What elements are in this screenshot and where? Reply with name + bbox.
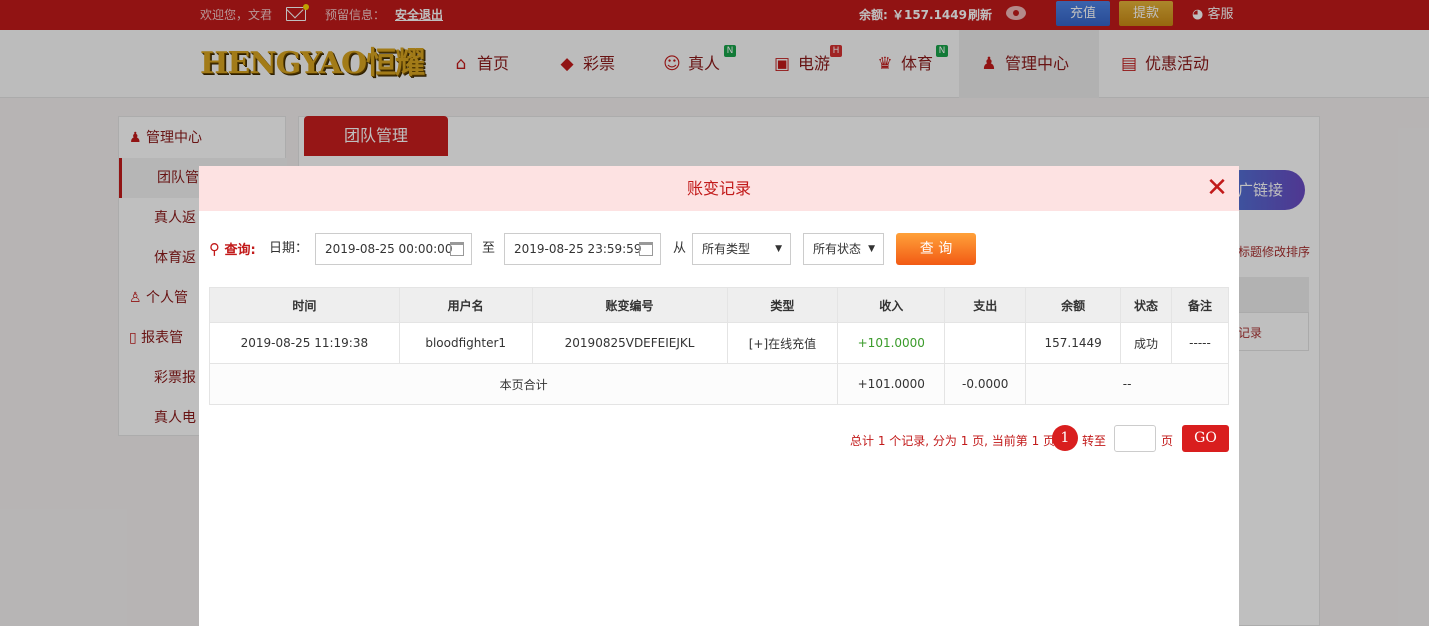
cell-id: 20190825VDEFEIEJKL: [531, 322, 728, 364]
search-icon: ⚲: [209, 240, 220, 258]
date-label: 日期：: [269, 241, 309, 256]
cell-user: bloodfighter1: [398, 322, 533, 364]
type-select[interactable]: 所有类型 ▼: [692, 233, 791, 265]
query-label: ⚲ 查询:: [209, 240, 256, 258]
cell-expense: [944, 322, 1027, 364]
page-input[interactable]: [1114, 425, 1156, 452]
calendar-icon[interactable]: [450, 242, 464, 256]
col-note: 备注: [1171, 287, 1229, 323]
sum-rest: --: [1025, 363, 1229, 405]
pager-summary: 总计 1 个记录, 分为 1 页, 当前第 1 页: [850, 434, 1056, 448]
col-balance: 余额: [1025, 287, 1122, 323]
cell-income: +101.0000: [837, 322, 946, 364]
col-id: 账变编号: [531, 287, 728, 323]
end-date-input[interactable]: 2019-08-25 23:59:59: [504, 233, 661, 265]
table-sum-row: 本页合计 +101.0000 -0.0000 --: [208, 363, 1229, 405]
table-header-row: 时间 用户名 账变编号 类型 收入 支出 余额 状态 备注: [209, 287, 1229, 323]
query-button[interactable]: 查 询: [896, 233, 976, 265]
sum-income: +101.0000: [837, 363, 946, 405]
cell-type: [+]在线充值: [726, 322, 839, 364]
cell-status: 成功: [1120, 322, 1173, 364]
col-type: 类型: [726, 287, 839, 323]
status-select[interactable]: 所有状态 ▼: [803, 233, 884, 265]
to-label: 至: [482, 241, 496, 256]
start-date-input[interactable]: 2019-08-25 00:00:00: [315, 233, 472, 265]
sum-label: 本页合计: [208, 363, 839, 405]
col-income: 收入: [837, 287, 946, 323]
close-icon[interactable]: ✕: [1205, 175, 1229, 201]
records-table: 时间 用户名 账变编号 类型 收入 支出 余额 状态 备注 2019-08-25…: [208, 287, 1229, 405]
account-change-modal: 账变记录 ✕ ⚲ 查询: 日期： 2019-08-25 00:00:00 至 2…: [199, 166, 1239, 626]
modal-title: 账变记录: [686, 179, 751, 198]
from-label: 从: [673, 241, 687, 256]
goto-label: 转至: [1082, 434, 1107, 448]
cell-note: -----: [1171, 322, 1229, 364]
col-expense: 支出: [944, 287, 1027, 323]
page-1-button[interactable]: 1: [1052, 425, 1078, 451]
go-button[interactable]: GO: [1182, 425, 1229, 452]
chevron-down-icon: ▼: [868, 244, 875, 254]
cell-time: 2019-08-25 11:19:38: [209, 322, 400, 364]
calendar-icon[interactable]: [639, 242, 653, 256]
chevron-down-icon: ▼: [775, 244, 782, 254]
table-row: 2019-08-25 11:19:38 bloodfighter1 201908…: [209, 322, 1229, 364]
col-user: 用户名: [398, 287, 533, 323]
col-time: 时间: [209, 287, 400, 323]
sum-expense: -0.0000: [944, 363, 1027, 405]
modal-header: 账变记录: [199, 166, 1239, 211]
col-status: 状态: [1120, 287, 1173, 323]
page-unit-label: 页: [1161, 434, 1174, 448]
cell-balance: 157.1449: [1025, 322, 1122, 364]
